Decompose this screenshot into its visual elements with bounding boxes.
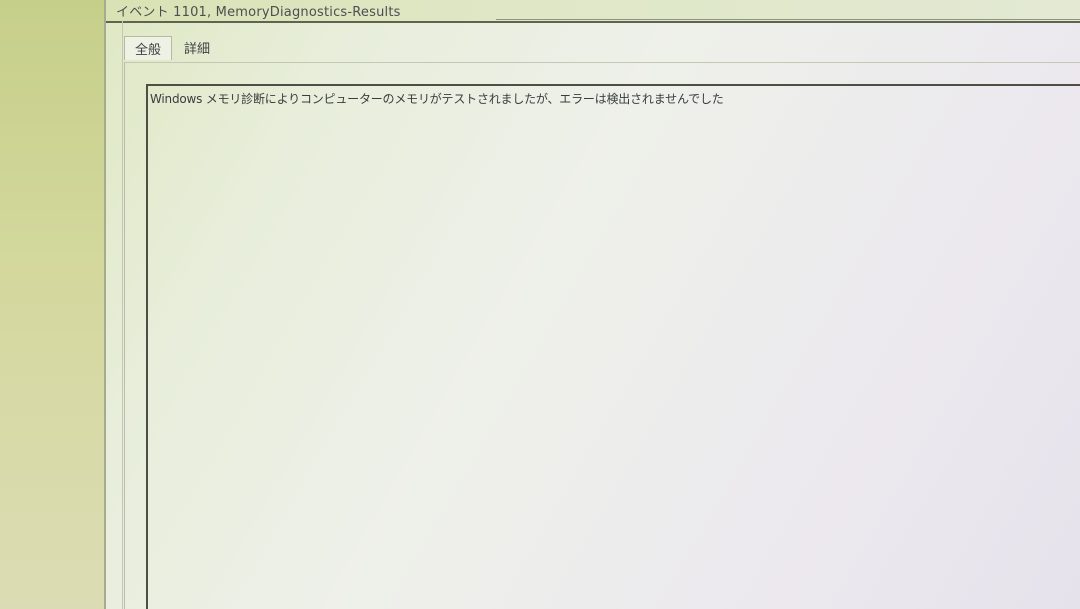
- window-title: イベント 1101, MemoryDiagnostics-Results: [116, 5, 401, 20]
- window-inner-frame: [106, 21, 123, 609]
- event-description-textbox[interactable]: Windows メモリ診断によりコンピューターのメモリがテストされましたが、エラ…: [146, 84, 1080, 609]
- event-message: Windows メモリ診断によりコンピューターのメモリがテストされましたが、エラ…: [150, 92, 724, 106]
- title-divider: [496, 19, 1080, 20]
- desktop-background: [0, 0, 104, 609]
- event-properties-window: イベント 1101, MemoryDiagnostics-Results 全般 …: [104, 0, 1080, 609]
- tab-general[interactable]: 全般: [124, 36, 173, 60]
- tab-details[interactable]: 詳細: [174, 36, 220, 60]
- general-tab-panel: Windows メモリ診断によりコンピューターのメモリがテストされましたが、エラ…: [124, 62, 1080, 609]
- tab-strip: 全般 詳細: [124, 36, 220, 62]
